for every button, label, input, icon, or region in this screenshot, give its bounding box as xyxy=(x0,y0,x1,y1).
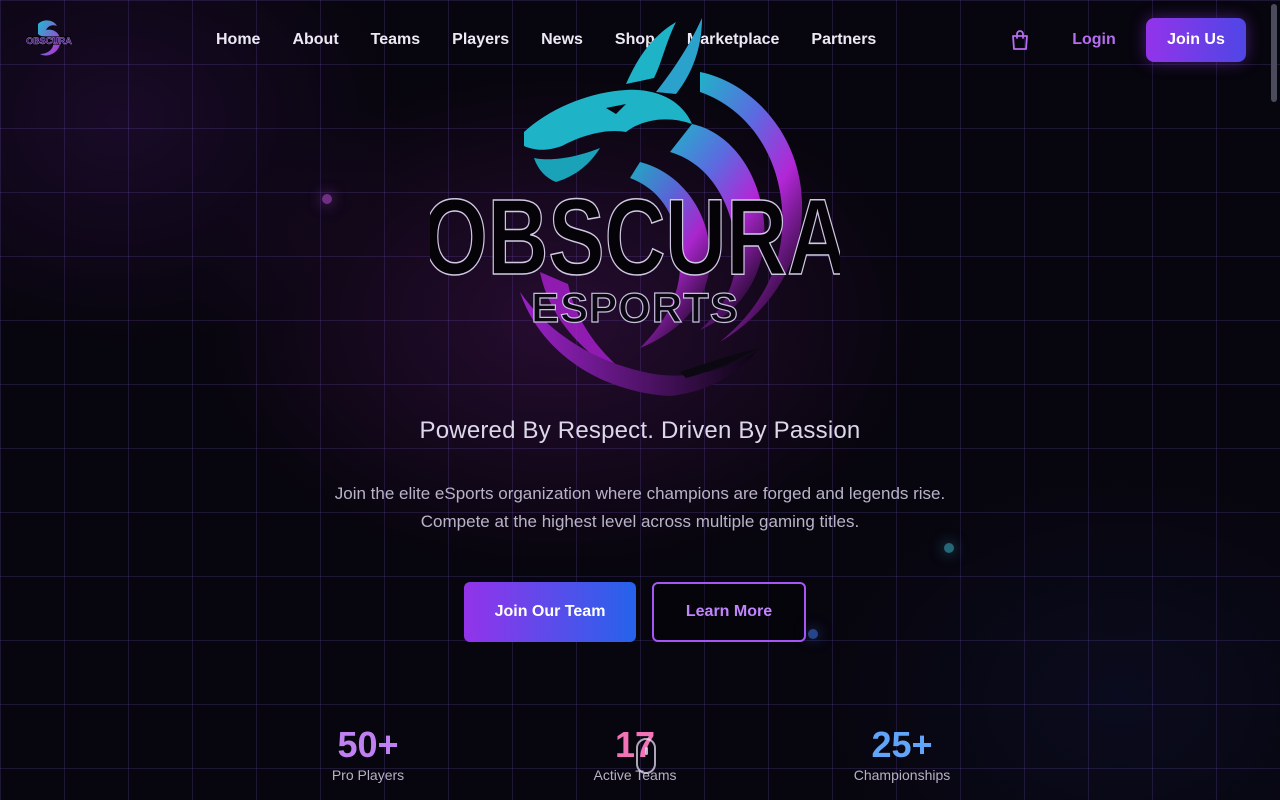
stat-label: Active Teams xyxy=(593,767,677,783)
scroll-down-indicator[interactable] xyxy=(636,738,656,774)
stat-value: 17 xyxy=(614,724,656,765)
logo-subtitle: ESPORTS xyxy=(531,284,739,331)
glow-particle xyxy=(944,543,954,553)
glow-particle xyxy=(808,629,818,639)
learn-more-button[interactable]: Learn More xyxy=(652,582,806,642)
hero-description: Join the elite eSports organization wher… xyxy=(0,480,1280,536)
brand-logo[interactable]: OBSCURA xyxy=(24,14,74,64)
hero-tagline: Powered By Respect. Driven By Passion xyxy=(419,417,861,444)
stat-label: Championships xyxy=(853,767,951,783)
login-link[interactable]: Login xyxy=(1060,28,1128,52)
stat-label: Pro Players xyxy=(331,767,405,783)
logo-title: OBSCURA xyxy=(430,176,840,298)
stat-value: 50+ xyxy=(337,724,399,765)
nav-about[interactable]: About xyxy=(276,28,354,52)
stat-value: 25+ xyxy=(871,724,933,765)
obscura-esports-hero-logo: OBSCURA ESPORTS xyxy=(430,18,840,396)
hero-description-line: Join the elite eSports organization wher… xyxy=(334,484,946,503)
stat-championships: 25+ Championships xyxy=(842,724,962,784)
stat-active-teams: 17 Active Teams xyxy=(580,724,690,784)
svg-text:OBSCURA: OBSCURA xyxy=(26,36,72,46)
join-us-button[interactable]: Join Us xyxy=(1146,18,1246,62)
mouse-wheel-icon xyxy=(645,747,648,755)
stat-pro-players: 50+ Pro Players xyxy=(318,724,418,784)
shopping-bag-icon[interactable] xyxy=(1008,28,1032,52)
glow-particle xyxy=(322,194,332,204)
nav-teams[interactable]: Teams xyxy=(355,28,437,52)
hero-description-line: Compete at the highest level across mult… xyxy=(420,512,860,531)
join-our-team-button[interactable]: Join Our Team xyxy=(464,582,636,642)
page-scrollbar[interactable] xyxy=(1271,4,1277,102)
nav-home[interactable]: Home xyxy=(200,28,276,52)
